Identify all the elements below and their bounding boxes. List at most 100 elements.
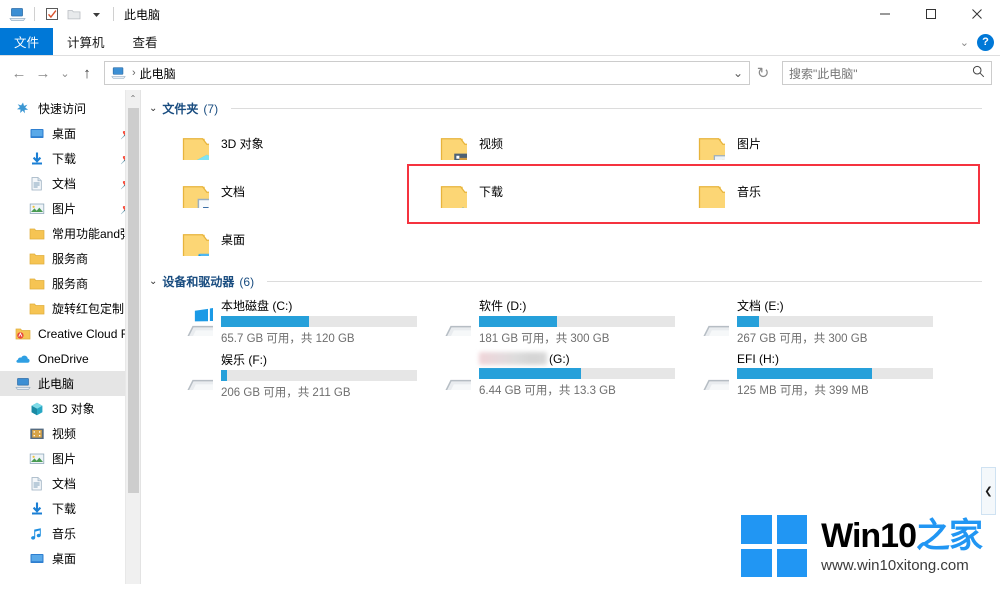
capacity-bar [221, 315, 417, 327]
navigation-list[interactable]: 快速访问桌面📌下载📌文档📌图片📌常用功能and弹窗服务商服务商旋转红包定制 Cre… [0, 96, 140, 571]
folder-icon[interactable] [65, 5, 83, 23]
folders-group-header[interactable]: ⌄ 文件夹 (7) [141, 96, 1000, 119]
breadcrumb-separator: › [132, 67, 136, 79]
drive-tile[interactable]: 本地磁盘 (C:) 65.7 GB 可用，共 120 GB [151, 294, 417, 348]
watermark-url: www.win10xitong.com [821, 557, 969, 574]
drives-tiles[interactable]: 本地磁盘 (C:) 65.7 GB 可用，共 120 GB 软件 (D:) 181 G… [141, 292, 1000, 402]
folder-pictures-icon [685, 120, 731, 166]
breadcrumb[interactable]: 此电脑 [140, 65, 176, 82]
sidebar-item-7[interactable]: 服务商 [0, 271, 140, 296]
sidebar-item-label: 文档 [52, 477, 77, 491]
chevron-down-icon[interactable]: ⌄ [149, 103, 157, 114]
tab-computer[interactable]: 计算机 [53, 28, 119, 55]
sidebar-item-3[interactable]: 文档📌 [0, 171, 140, 196]
drives-group-header[interactable]: ⌄ 设备和驱动器 (6) [141, 269, 1000, 292]
tab-file[interactable]: 文件 [0, 28, 54, 55]
folder-tile[interactable]: 文档 [151, 167, 409, 215]
watermark-title-blue: 之家 [916, 517, 983, 555]
drives-group-count: (6) [239, 274, 255, 289]
scrollbar-thumb[interactable] [128, 108, 139, 493]
folder-tile[interactable]: 音乐 [667, 167, 925, 215]
sidebar-item-label: 图片 [52, 452, 77, 466]
sidebar-item-2[interactable]: 下载📌 [0, 146, 140, 171]
sidebar-item-4[interactable]: 图片📌 [0, 196, 140, 221]
help-button[interactable]: ? [977, 33, 994, 51]
window-controls[interactable] [862, 0, 1000, 28]
preview-pane-toggle[interactable]: ❮ [981, 467, 996, 515]
folder-tile[interactable]: 图片 [667, 119, 925, 167]
folder-tile[interactable]: 下载 [409, 167, 667, 215]
drive-tile[interactable]: (G:) 6.44 GB 可用，共 13.3 GB [409, 348, 675, 402]
drive-name-text: 软件 (D:) [479, 298, 527, 313]
sidebar-item-5[interactable]: 常用功能and弹窗 [0, 221, 140, 246]
folder-tile[interactable]: 桌面 [151, 215, 409, 263]
capacity-bar [737, 315, 933, 327]
sidebar-scrollbar[interactable]: ⌃ [125, 90, 140, 584]
sidebar-item-14[interactable]: 图片 [0, 446, 140, 471]
sidebar-item-10[interactable]: OneDrive [0, 346, 140, 371]
sidebar-item-label: 旋转红包定制 [52, 302, 125, 316]
folder-tile-label: 文档 [221, 184, 246, 199]
drive-icon [685, 353, 733, 397]
forward-button[interactable]: → [32, 61, 54, 85]
sidebar-item-11[interactable]: 此电脑 [0, 371, 140, 396]
drive-name-text: 娱乐 (F:) [221, 352, 267, 367]
3d-objects-icon [28, 401, 46, 417]
scroll-up-icon[interactable]: ⌃ [126, 90, 140, 106]
folder-tile[interactable]: 视频 [409, 119, 667, 167]
computer-icon[interactable] [8, 5, 26, 23]
chevron-down-icon[interactable]: ⌄ [149, 276, 157, 287]
sidebar-item-17[interactable]: 音乐 [0, 521, 140, 546]
folder-tile-label: 视频 [479, 136, 504, 151]
address-input[interactable]: › 此电脑 ⌄ [104, 61, 750, 85]
sidebar-item-0[interactable]: 快速访问 [0, 96, 140, 121]
capacity-bar [737, 368, 933, 379]
drive-info: 本地磁盘 (C:) 65.7 GB 可用，共 120 GB [221, 297, 417, 346]
recent-locations-icon[interactable]: ⌄ [56, 61, 74, 85]
file-list-pane[interactable]: ⌄ 文件夹 (7) 3D 对象 视频 图片文档 下载 音乐桌面 ⌄ 设备和驱动器 (6)… [141, 90, 1000, 584]
drive-info: 文档 (E:) 267 GB 可用，共 300 GB [737, 297, 933, 346]
search-input[interactable]: 搜索"此电脑" [782, 61, 992, 85]
chevron-down-icon[interactable]: ⌄ [960, 36, 969, 49]
desktop-icon [28, 126, 46, 142]
refresh-button[interactable]: ↻ [752, 61, 774, 85]
sidebar-item-12[interactable]: 3D 对象 [0, 396, 140, 421]
folder-music-icon [685, 168, 731, 214]
chevron-down-icon[interactable]: ⌄ [733, 66, 743, 80]
drive-capacity-text: 206 GB 可用，共 211 GB [221, 386, 351, 399]
sidebar-item-1[interactable]: 桌面📌 [0, 121, 140, 146]
sidebar-item-13[interactable]: 视频 [0, 421, 140, 446]
folder-tile-label: 下载 [479, 184, 504, 199]
back-button[interactable]: ← [8, 61, 30, 85]
checkbox-icon[interactable] [43, 5, 61, 23]
close-button[interactable] [954, 0, 1000, 28]
capacity-bar [479, 315, 675, 327]
drive-tile[interactable]: 文档 (E:) 267 GB 可用，共 300 GB [667, 294, 933, 348]
chevron-down-icon[interactable] [87, 5, 105, 23]
sidebar-item-15[interactable]: 文档 [0, 471, 140, 496]
minimize-button[interactable] [862, 0, 908, 28]
windows-drive-icon [169, 299, 217, 343]
sidebar-item-8[interactable]: 旋转红包定制 [0, 296, 140, 321]
drives-group-title: 设备和驱动器 [162, 275, 235, 289]
drive-tile[interactable]: EFI (H:) 125 MB 可用，共 399 MB [667, 348, 933, 402]
drive-name-text: 本地磁盘 (C:) [221, 298, 293, 313]
sidebar-item-label: 桌面 [52, 127, 77, 141]
folders-group-count: (7) [203, 101, 219, 116]
sidebar-item-18[interactable]: 桌面 [0, 546, 140, 571]
up-button[interactable]: ↑ [76, 61, 98, 85]
sidebar-item-9[interactable]: Creative Cloud Files [0, 321, 140, 346]
tab-view[interactable]: 查看 [119, 28, 172, 55]
quick-access-toolbar[interactable]: 此电脑 [8, 5, 160, 23]
folder-tile[interactable]: 3D 对象 [151, 119, 409, 167]
drive-tile[interactable]: 娱乐 (F:) 206 GB 可用，共 211 GB [151, 348, 417, 402]
ribbon-right-controls: ⌄ ? [960, 28, 994, 56]
sidebar-item-6[interactable]: 服务商 [0, 246, 140, 271]
search-icon[interactable] [972, 65, 985, 81]
sidebar-item-16[interactable]: 下载 [0, 496, 140, 521]
drive-tile[interactable]: 软件 (D:) 181 GB 可用，共 300 GB [409, 294, 675, 348]
maximize-button[interactable] [908, 0, 954, 28]
navigation-pane[interactable]: 快速访问桌面📌下载📌文档📌图片📌常用功能and弹窗服务商服务商旋转红包定制 Cre… [0, 90, 140, 584]
folders-tiles[interactable]: 3D 对象 视频 图片文档 下载 音乐桌面 [141, 119, 1000, 263]
folder-desktop-icon [169, 216, 215, 262]
